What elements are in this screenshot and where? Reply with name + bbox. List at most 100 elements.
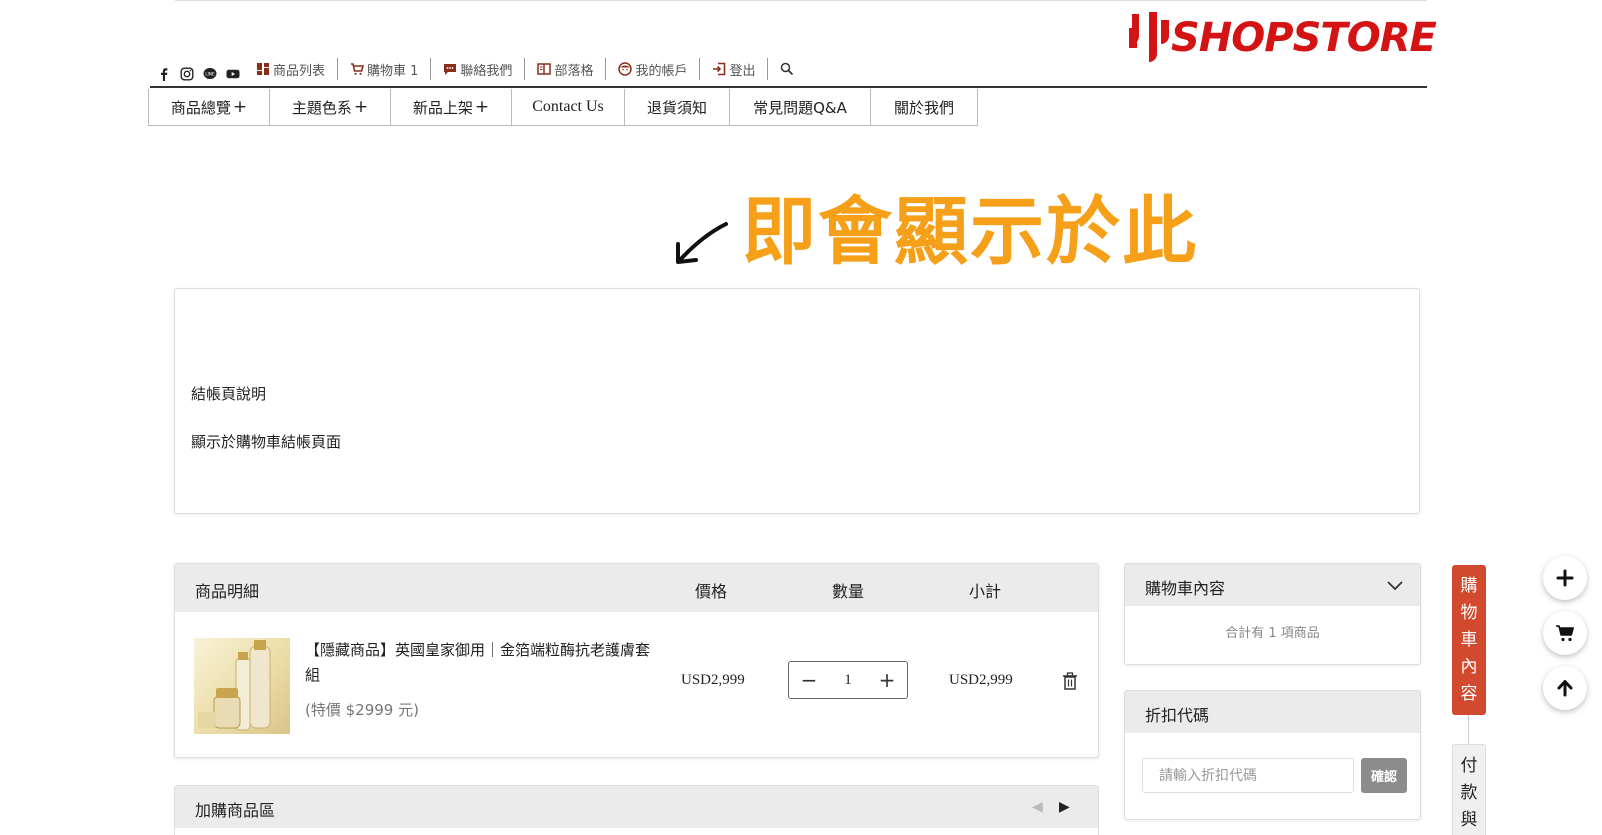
- description-line-2: 顯示於購物車結帳頁面: [191, 433, 342, 451]
- topnav-account[interactable]: 我的帳戶: [606, 58, 701, 80]
- fab-back-to-top-button[interactable]: [1543, 666, 1587, 710]
- item-subtotal: USD2,999: [949, 672, 1013, 688]
- qty-minus-button[interactable]: −: [799, 668, 819, 692]
- top-border: [175, 0, 1427, 1]
- logo-mark-icon: [1125, 10, 1171, 66]
- side-tab-payment[interactable]: 付 款 與: [1452, 744, 1486, 835]
- addon-header: 加購商品區 ◀ ▶: [175, 786, 1098, 828]
- user-face-icon: [618, 62, 633, 76]
- main-nav: 商品總覽 + 主題色系 + 新品上架 + Contact Us 退貨須知 常見問題Q&…: [148, 89, 978, 126]
- annotation-text: 即會顯示於此: [742, 189, 1198, 275]
- mainnav-all-products[interactable]: 商品總覽 +: [149, 89, 270, 125]
- arrow-up-icon: [1557, 680, 1573, 697]
- cart-table-header: 商品明細 價格 數量 小計: [175, 564, 1098, 612]
- topnav-products[interactable]: 商品列表: [244, 58, 339, 80]
- mainnav-contact-us[interactable]: Contact Us: [512, 89, 625, 125]
- side-tab-char: 容: [1460, 684, 1478, 704]
- description-line-1: 結帳頁說明: [191, 385, 267, 403]
- addon-next-button[interactable]: ▶: [1059, 799, 1070, 815]
- side-tab-cart-content[interactable]: 購 物 車 內 容: [1452, 565, 1486, 715]
- topnav-blog-label: 部落格: [554, 63, 594, 79]
- cart-item-count: 合計有 1 項商品: [1225, 626, 1320, 641]
- topnav-cart-label: 購物車 1: [367, 63, 419, 79]
- item-price: USD2,999: [681, 672, 745, 688]
- side-tab-char: 物: [1460, 603, 1478, 623]
- checkout-description-box: 結帳頁說明 顯示於購物車結帳頁面: [174, 288, 1420, 514]
- cart-items-panel: 商品明細 價格 數量 小計 【隱藏商品】英國皇家御用｜金箔端粒酶抗老護膚套組 (…: [174, 563, 1099, 758]
- product-name[interactable]: 【隱藏商品】英國皇家御用｜金箔端粒酶抗老護膚套組: [305, 638, 650, 688]
- quantity-stepper: − 1 +: [788, 661, 908, 699]
- coupon-panel: 折扣代碼 確認: [1124, 690, 1421, 820]
- expand-plus-icon: +: [232, 97, 248, 117]
- cart-summary-header[interactable]: 購物車內容: [1125, 564, 1420, 606]
- mainnav-label: 新品上架: [412, 98, 473, 117]
- side-tab-connector: [1468, 715, 1469, 744]
- topnav-contact[interactable]: 聯絡我們: [431, 58, 526, 80]
- expand-plus-icon: +: [353, 97, 369, 117]
- chat-icon: [444, 64, 457, 75]
- plus-icon: [1556, 569, 1574, 587]
- youtube-icon[interactable]: [225, 66, 241, 82]
- coupon-code-input[interactable]: [1142, 758, 1354, 793]
- annotation-arrow-icon: [676, 222, 728, 264]
- topnav-contact-label: 聯絡我們: [460, 63, 513, 79]
- side-tab-char: 款: [1460, 783, 1478, 803]
- topnav-blog[interactable]: 部落格: [525, 58, 607, 80]
- facebook-icon[interactable]: [156, 66, 172, 82]
- mainnav-color-themes[interactable]: 主題色系 +: [270, 89, 391, 125]
- expand-plus-icon: +: [474, 97, 490, 117]
- side-tab-char: 購: [1460, 576, 1478, 596]
- svg-text:LINE: LINE: [205, 71, 215, 76]
- trash-icon[interactable]: [1062, 672, 1078, 690]
- instagram-icon[interactable]: [179, 66, 195, 82]
- cart-icon: [351, 63, 365, 75]
- topnav-logout[interactable]: 登出: [700, 58, 769, 80]
- qty-plus-button[interactable]: +: [877, 668, 897, 692]
- header-qty: 數量: [832, 582, 865, 601]
- topnav-cart[interactable]: 購物車 1: [338, 58, 432, 80]
- addon-products-panel: 加購商品區 ◀ ▶: [174, 785, 1099, 835]
- mainnav-about[interactable]: 關於我們: [871, 89, 978, 125]
- fab-expand-button[interactable]: [1543, 556, 1587, 600]
- mainnav-label: Contact Us: [532, 98, 604, 115]
- qty-value[interactable]: 1: [844, 672, 852, 689]
- mainnav-new-arrivals[interactable]: 新品上架 +: [391, 89, 512, 125]
- cart-icon: [1556, 625, 1574, 642]
- cart-summary-title: 購物車內容: [1145, 579, 1226, 598]
- logo-text: SHOPSTORE: [1171, 15, 1437, 61]
- topnav-search[interactable]: [768, 58, 806, 80]
- fab-cart-button[interactable]: [1543, 611, 1587, 655]
- mainnav-label: 主題色系: [291, 98, 352, 117]
- cart-item-row: 【隱藏商品】英國皇家御用｜金箔端粒酶抗老護膚套組 (特價 $2999 元) US…: [175, 612, 1098, 758]
- mainnav-label: 常見問題Q&A: [753, 98, 847, 117]
- mainnav-label: 關於我們: [893, 98, 954, 117]
- side-tab-char: 付: [1460, 756, 1478, 776]
- top-nav: 商品列表 購物車 1 聯絡我們 部落格 我的帳戶 登出: [244, 58, 806, 80]
- product-special-price: (特價 $2999 元): [305, 701, 419, 719]
- line-icon[interactable]: LINE: [202, 66, 218, 82]
- book-icon: [537, 63, 552, 75]
- side-tab-char: 與: [1460, 810, 1478, 830]
- mainnav-label: 商品總覽: [170, 98, 231, 117]
- header-detail: 商品明細: [195, 582, 260, 601]
- logout-icon: [713, 62, 726, 76]
- product-image[interactable]: [194, 638, 290, 734]
- addon-title: 加購商品區: [195, 801, 276, 820]
- side-tab-char: 車: [1460, 630, 1478, 650]
- cart-summary-panel: 購物車內容 合計有 1 項商品: [1124, 563, 1421, 665]
- mainnav-faq[interactable]: 常見問題Q&A: [730, 89, 871, 125]
- chevron-down-icon[interactable]: [1386, 576, 1404, 594]
- topnav-account-label: 我的帳戶: [635, 63, 688, 79]
- topnav-logout-label: 登出: [729, 63, 756, 79]
- shopstore-logo[interactable]: SHOPSTORE: [1125, 10, 1437, 66]
- header-subtotal: 小計: [969, 582, 1002, 601]
- mainnav-label: 退貨須知: [646, 98, 707, 117]
- mainnav-returns[interactable]: 退貨須知: [625, 89, 730, 125]
- coupon-confirm-button[interactable]: 確認: [1361, 758, 1407, 793]
- header-price: 價格: [695, 582, 728, 601]
- topnav-products-label: 商品列表: [273, 63, 326, 79]
- coupon-header: 折扣代碼: [1125, 691, 1420, 733]
- addon-prev-button[interactable]: ◀: [1032, 799, 1043, 815]
- search-icon: [781, 62, 794, 76]
- coupon-title: 折扣代碼: [1145, 706, 1210, 725]
